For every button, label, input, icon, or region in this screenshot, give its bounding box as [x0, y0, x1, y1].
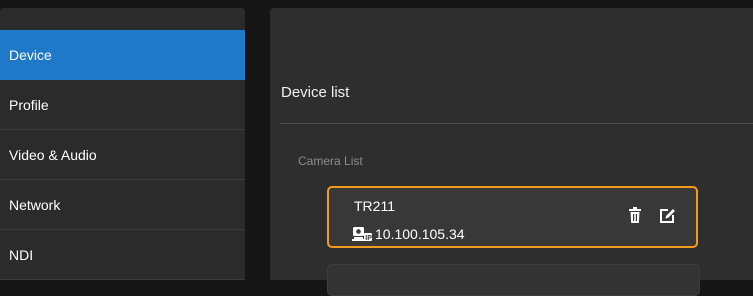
- sidebar-item-device[interactable]: Device: [0, 30, 245, 80]
- sidebar-item-label: Profile: [9, 96, 49, 113]
- sidebar-item-label: Device: [9, 46, 52, 63]
- layout-gutter: [245, 0, 270, 280]
- camera-ip-row: IP 10.100.105.34: [352, 226, 465, 242]
- sidebar-item-network[interactable]: Network: [0, 180, 245, 230]
- main-panel: Device list Camera List TR211 IP 10.100.…: [270, 8, 753, 296]
- sidebar: Device Profile Video & Audio Network NDI: [0, 8, 245, 280]
- camera-actions: [626, 206, 676, 224]
- sidebar-item-label: NDI: [9, 246, 34, 263]
- sidebar-top-spacer: [0, 8, 245, 30]
- sidebar-item-ndi[interactable]: NDI: [0, 230, 245, 280]
- edit-icon[interactable]: [658, 206, 676, 224]
- page-title: Device list: [281, 84, 350, 101]
- trash-icon[interactable]: [626, 206, 644, 224]
- sidebar-item-label: Video & Audio: [9, 146, 97, 163]
- camera-card[interactable]: TR211 IP 10.100.105.34: [327, 186, 698, 248]
- sidebar-item-video-audio[interactable]: Video & Audio: [0, 130, 245, 180]
- sidebar-item-label: Network: [9, 196, 61, 213]
- camera-ip-icon: IP: [352, 226, 372, 242]
- camera-list-label: Camera List: [298, 154, 363, 168]
- sidebar-item-profile[interactable]: Profile: [0, 80, 245, 130]
- title-divider: [280, 123, 753, 124]
- camera-card-partial[interactable]: [327, 264, 700, 296]
- camera-name: TR211: [354, 198, 395, 214]
- camera-ip: 10.100.105.34: [375, 226, 465, 242]
- svg-text:IP: IP: [365, 235, 372, 242]
